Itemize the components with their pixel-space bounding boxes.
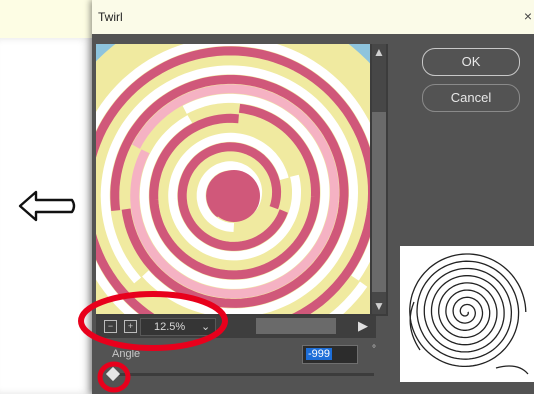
close-icon[interactable]: × (524, 8, 532, 24)
zoom-in-button[interactable]: + (124, 320, 137, 333)
angle-input[interactable]: -999 (302, 345, 358, 364)
left-arrow-doodle-icon (18, 190, 76, 222)
scroll-down-icon[interactable]: ▼ (373, 300, 385, 312)
scroll-right-icon[interactable]: ▶ (358, 318, 368, 334)
horizontal-scroll-thumb[interactable] (256, 318, 336, 334)
ok-button[interactable]: OK (422, 48, 520, 76)
angle-label: Angle (112, 348, 141, 360)
title-bar: Twirl × (92, 0, 534, 34)
angle-value: -999 (306, 348, 333, 360)
degree-unit: ° (372, 344, 376, 355)
chevron-down-icon[interactable]: ⌄ (201, 320, 210, 333)
preview-toolbar: − + 12.5% ⌄ ▶ (96, 316, 376, 338)
spiral-tail (409, 301, 529, 375)
zoom-out-button[interactable]: − (104, 320, 117, 333)
angle-slider-thumb[interactable] (105, 366, 121, 382)
preview-frame: ▲ ▼ (96, 44, 388, 316)
spiral-reference-panel (400, 246, 534, 382)
cancel-button[interactable]: Cancel (422, 84, 520, 112)
twirl-preview-image[interactable] (96, 44, 370, 314)
spiral-reference-icon (409, 253, 529, 375)
dialog-title: Twirl (98, 10, 123, 24)
angle-slider-track[interactable] (112, 373, 374, 376)
twirl-dialog: Twirl × ▲ ▼ − + 12.5% ⌄ ▶ OK Cancel Angl… (92, 0, 534, 394)
zoom-select[interactable]: 12.5% ⌄ (140, 318, 216, 336)
zoom-value: 12.5% (154, 321, 186, 333)
spiral-line (409, 253, 527, 368)
swirl-core (208, 170, 260, 222)
scroll-up-icon[interactable]: ▲ (373, 46, 385, 58)
vertical-scroll-thumb[interactable] (372, 112, 386, 292)
vertical-scrollbar[interactable]: ▲ ▼ (372, 44, 386, 314)
